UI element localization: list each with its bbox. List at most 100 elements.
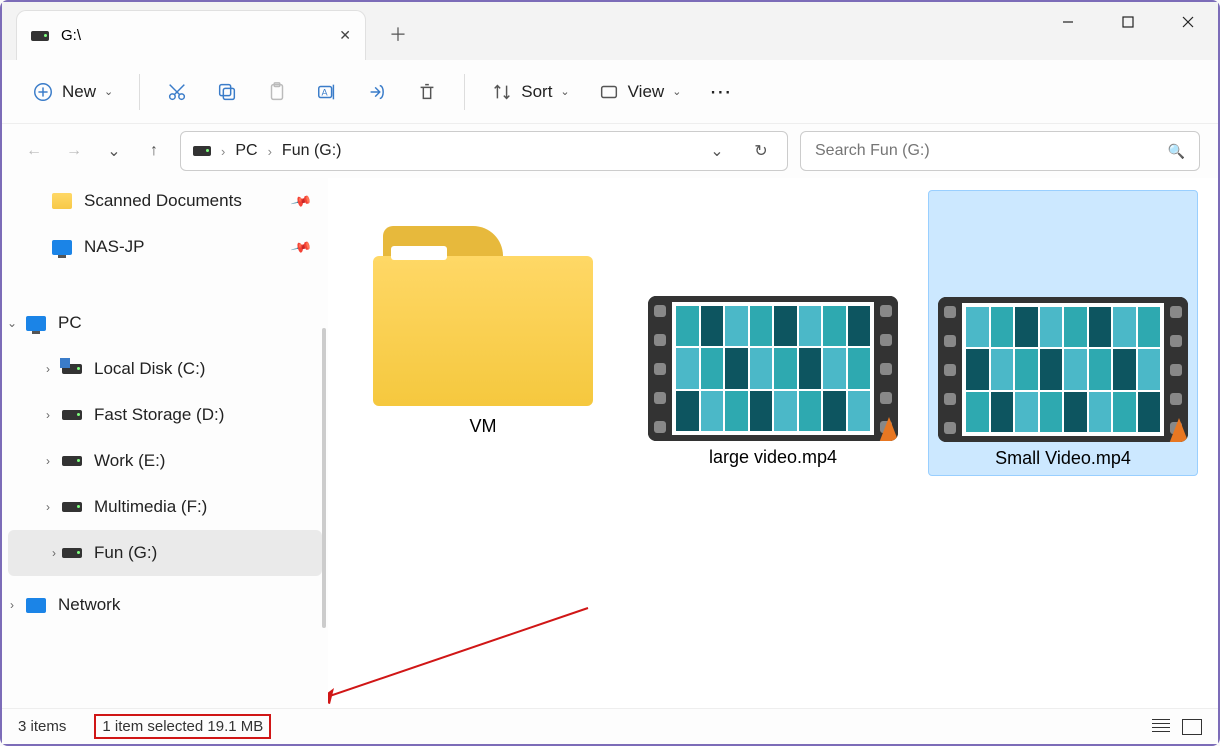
- svg-text:A: A: [322, 87, 329, 97]
- chevron-down-icon: ⌄: [560, 85, 569, 98]
- more-button[interactable]: ⋯: [699, 72, 743, 112]
- disk-icon: [62, 502, 82, 512]
- chevron-down-icon: ⌄: [672, 85, 681, 98]
- sidebar-label: Scanned Documents: [84, 191, 242, 211]
- sidebar-item-drive-f[interactable]: › Multimedia (F:): [2, 484, 328, 530]
- close-tab-icon[interactable]: ✕: [339, 27, 351, 44]
- file-item-video-selected[interactable]: Small Video.mp4: [928, 190, 1198, 476]
- sidebar-label: NAS-JP: [84, 237, 144, 257]
- sidebar-item-nasjp[interactable]: NAS-JP 📌: [2, 224, 328, 270]
- share-button[interactable]: [356, 72, 398, 112]
- sort-button[interactable]: Sort ⌄: [481, 72, 579, 112]
- folder-icon: [52, 193, 72, 209]
- chevron-right-icon: ›: [221, 144, 225, 159]
- separator: [139, 74, 140, 110]
- search-icon[interactable]: 🔍: [1168, 143, 1185, 160]
- sidebar-label: Local Disk (C:): [94, 359, 205, 379]
- pin-icon: 📌: [289, 235, 313, 258]
- delete-button[interactable]: [406, 72, 448, 112]
- file-label: VM: [354, 416, 612, 437]
- sidebar-item-scanned-documents[interactable]: Scanned Documents 📌: [2, 178, 328, 224]
- chevron-right-icon[interactable]: ›: [44, 546, 64, 560]
- sidebar: Scanned Documents 📌 NAS-JP 📌 ⌄ PC › Loca…: [2, 178, 328, 708]
- titlebar: G:\ ✕ ＋: [2, 2, 1218, 60]
- minimize-button[interactable]: [1038, 2, 1098, 42]
- window-tab[interactable]: G:\ ✕: [16, 10, 366, 60]
- pin-icon: 📌: [289, 189, 313, 212]
- forward-button[interactable]: →: [60, 137, 88, 165]
- view-toggle: [1152, 719, 1202, 735]
- rename-icon: A: [316, 81, 338, 103]
- rename-button[interactable]: A: [306, 72, 348, 112]
- chevron-right-icon[interactable]: ›: [2, 598, 22, 612]
- paste-icon: [266, 81, 288, 103]
- video-thumb-icon: [938, 297, 1188, 442]
- scrollbar-thumb[interactable]: [322, 328, 326, 628]
- copy-icon: [216, 81, 238, 103]
- file-label: large video.mp4: [644, 447, 902, 468]
- refresh-button[interactable]: ↻: [747, 137, 775, 165]
- details-view-button[interactable]: [1152, 719, 1170, 735]
- disk-icon: [62, 410, 82, 420]
- up-button[interactable]: ↑: [140, 137, 168, 165]
- address-bar[interactable]: › PC › Fun (G:) ⌄ ↻: [180, 131, 788, 171]
- sidebar-item-pc[interactable]: ⌄ PC: [2, 300, 328, 346]
- sidebar-label: Fun (G:): [94, 543, 157, 563]
- chevron-right-icon[interactable]: ›: [38, 454, 58, 468]
- sidebar-item-network[interactable]: › Network: [2, 582, 328, 628]
- file-item-folder[interactable]: VM: [348, 190, 618, 443]
- sidebar-label: Work (E:): [94, 451, 165, 471]
- video-thumb-icon: [648, 296, 898, 441]
- search-input[interactable]: [815, 142, 1168, 160]
- breadcrumb-item[interactable]: Fun (G:): [282, 142, 342, 160]
- vlc-cone-icon: [874, 411, 898, 441]
- chevron-right-icon[interactable]: ›: [38, 500, 58, 514]
- sidebar-item-drive-g[interactable]: › Fun (G:): [8, 530, 322, 576]
- drive-icon: [193, 146, 211, 156]
- file-pane[interactable]: VM large video.mp4 Small Video.mp4: [328, 178, 1218, 708]
- sidebar-label: PC: [58, 313, 82, 333]
- toolbar: New ⌄ A Sort ⌄ View ⌄ ⋯: [2, 60, 1218, 124]
- sidebar-label: Fast Storage (D:): [94, 405, 224, 425]
- close-window-button[interactable]: [1158, 2, 1218, 42]
- search-box[interactable]: 🔍: [800, 131, 1200, 171]
- recent-button[interactable]: ⌄: [100, 137, 128, 165]
- plus-circle-icon: [32, 81, 54, 103]
- view-icon: [598, 81, 620, 103]
- share-icon: [366, 81, 388, 103]
- chevron-right-icon[interactable]: ›: [38, 362, 58, 376]
- maximize-button[interactable]: [1098, 2, 1158, 42]
- pc-icon: [26, 316, 46, 331]
- tab-title: G:\: [61, 27, 81, 44]
- separator: [464, 74, 465, 110]
- chevron-down-icon: ⌄: [104, 85, 113, 98]
- drive-icon: [31, 31, 49, 41]
- back-button[interactable]: ←: [20, 137, 48, 165]
- copy-button[interactable]: [206, 72, 248, 112]
- disk-icon: [62, 364, 82, 374]
- monitor-icon: [52, 240, 72, 255]
- view-button[interactable]: View ⌄: [588, 72, 692, 112]
- sidebar-label: Network: [58, 595, 120, 615]
- file-item-video[interactable]: large video.mp4: [638, 190, 908, 474]
- trash-icon: [416, 81, 438, 103]
- breadcrumb-item[interactable]: PC: [235, 142, 257, 160]
- new-button[interactable]: New ⌄: [22, 72, 123, 112]
- network-icon: [26, 598, 46, 613]
- chevron-right-icon[interactable]: ›: [38, 408, 58, 422]
- sidebar-item-drive-c[interactable]: › Local Disk (C:): [2, 346, 328, 392]
- cut-button[interactable]: [156, 72, 198, 112]
- disk-icon: [62, 548, 82, 558]
- nav-row: ← → ⌄ ↑ › PC › Fun (G:) ⌄ ↻ 🔍: [2, 124, 1218, 178]
- address-dropdown-icon[interactable]: ⌄: [703, 137, 731, 165]
- scissors-icon: [166, 81, 188, 103]
- paste-button[interactable]: [256, 72, 298, 112]
- sidebar-item-drive-d[interactable]: › Fast Storage (D:): [2, 392, 328, 438]
- item-count: 3 items: [18, 718, 66, 735]
- icons-view-button[interactable]: [1182, 719, 1202, 735]
- new-tab-button[interactable]: ＋: [378, 14, 418, 54]
- disk-icon: [62, 456, 82, 466]
- sidebar-item-drive-e[interactable]: › Work (E:): [2, 438, 328, 484]
- view-label: View: [628, 82, 665, 102]
- chevron-down-icon[interactable]: ⌄: [2, 316, 22, 330]
